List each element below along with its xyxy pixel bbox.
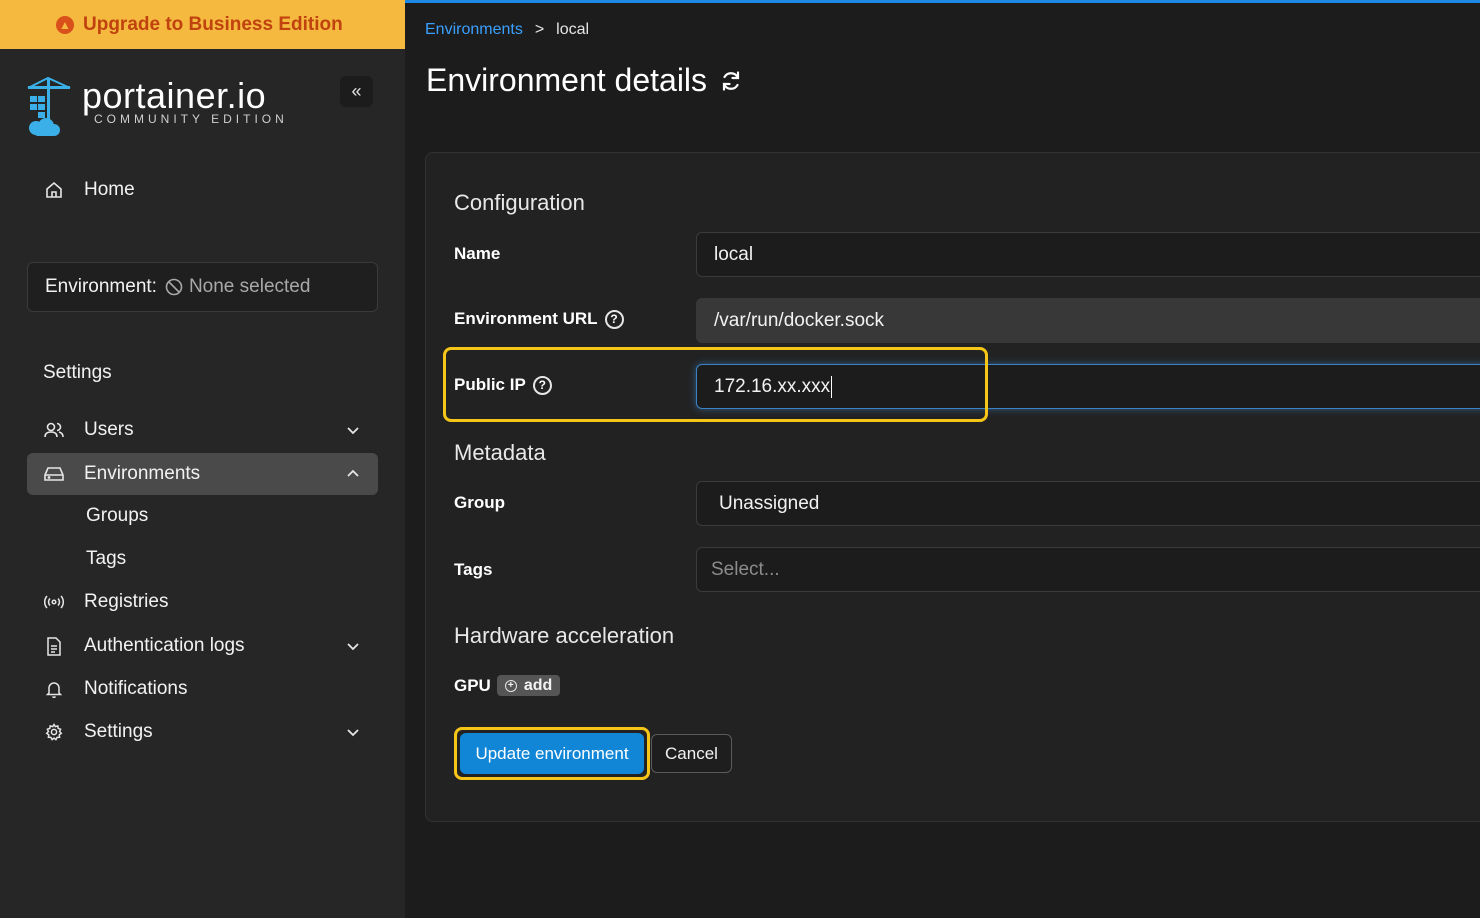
sidebar-item-environments[interactable]: Environments — [27, 453, 378, 495]
radio-icon — [43, 595, 65, 609]
section-hardware-acceleration: Hardware acceleration — [454, 623, 675, 648]
page-title: Environment details — [426, 62, 743, 99]
logo-edition: COMMUNITY EDITION — [94, 112, 288, 126]
hard-drive-icon — [43, 466, 65, 482]
sidebar-item-label: Registries — [84, 591, 169, 612]
sidebar-item-notifications[interactable]: Notifications — [27, 668, 378, 710]
sidebar-item-label: Settings — [84, 721, 153, 742]
group-select[interactable]: Unassigned — [696, 481, 1480, 526]
arrow-up-circle-icon: ▲ — [56, 15, 74, 34]
name-input-value: local — [714, 243, 754, 265]
environment-url-label: Environment URL ? — [454, 309, 624, 329]
chevron-down-icon[interactable] — [346, 421, 360, 443]
tags-select-placeholder: Select... — [711, 558, 780, 580]
sidebar-item-tags[interactable]: Tags — [86, 548, 126, 570]
users-icon — [43, 421, 65, 439]
sidebar-item-settings[interactable]: Settings — [27, 711, 378, 753]
breadcrumb-separator: > — [534, 21, 545, 38]
upgrade-label: Upgrade to Business Edition — [83, 13, 343, 35]
update-environment-button[interactable]: Update environment — [460, 733, 644, 774]
plus-circle-icon: + — [504, 679, 517, 692]
sidebar-item-label: Notifications — [84, 678, 188, 699]
cancel-button[interactable]: Cancel — [651, 734, 732, 773]
tags-select[interactable]: Select... — [696, 547, 1480, 592]
sidebar-item-label: Users — [84, 419, 134, 440]
section-configuration: Configuration — [454, 190, 585, 215]
sidebar-item-home[interactable]: Home — [27, 169, 378, 211]
group-label: Group — [454, 493, 505, 513]
sidebar-item-authentication-logs[interactable]: Authentication logs — [27, 625, 378, 667]
collapse-sidebar-button[interactable]: « — [340, 76, 373, 107]
breadcrumb-link-environments[interactable]: Environments — [425, 21, 523, 39]
sidebar-section-title: Settings — [43, 362, 112, 383]
file-text-icon — [43, 636, 65, 656]
gpu-label: GPU + add — [454, 675, 561, 696]
chevron-down-icon[interactable] — [346, 723, 360, 745]
sidebar-item-label: Environments — [84, 463, 201, 484]
group-select-value: Unassigned — [719, 492, 820, 514]
name-label-text: Name — [454, 244, 501, 263]
gpu-add-button[interactable]: + add — [496, 675, 561, 696]
environment-url-value: /var/run/docker.sock — [714, 309, 885, 331]
section-metadata: Metadata — [454, 440, 546, 465]
ban-icon — [165, 278, 183, 296]
gpu-add-label: add — [523, 676, 553, 694]
name-label: Name — [454, 244, 500, 264]
chevron-down-icon[interactable] — [346, 637, 360, 659]
portainer-crane-icon — [26, 76, 72, 138]
chevron-up-icon[interactable] — [346, 465, 360, 487]
environment-label: Environment: — [45, 276, 157, 297]
public-ip-highlight — [443, 347, 988, 422]
name-input[interactable]: local — [696, 232, 1480, 277]
tags-label: Tags — [454, 560, 492, 580]
portainer-logo[interactable]: portainer.io COMMUNITY EDITION — [26, 76, 288, 138]
sidebar-item-label: Home — [84, 179, 135, 200]
upgrade-banner[interactable]: ▲ Upgrade to Business Edition — [0, 0, 405, 49]
sidebar: ▲ Upgrade to Business Edition portainer.… — [0, 0, 405, 918]
top-accent-line — [405, 0, 1480, 3]
sidebar-item-users[interactable]: Users — [27, 409, 378, 451]
double-chevron-left-icon: « — [351, 81, 362, 101]
tags-label-text: Tags — [454, 560, 493, 579]
environment-url-input[interactable]: /var/run/docker.sock — [696, 298, 1480, 343]
bell-icon — [43, 680, 65, 698]
help-circle-icon[interactable]: ? — [604, 309, 624, 329]
home-icon — [43, 181, 65, 199]
sidebar-item-groups[interactable]: Groups — [86, 505, 148, 527]
gpu-label-text: GPU — [454, 675, 491, 695]
gear-icon — [43, 723, 65, 741]
breadcrumb: Environments > local — [425, 21, 589, 39]
sidebar-item-registries[interactable]: Registries — [27, 581, 378, 623]
breadcrumb-current: local — [556, 21, 590, 38]
environment-selector[interactable]: Environment: None selected — [27, 262, 378, 312]
environment-value: None selected — [188, 276, 311, 297]
refresh-icon[interactable] — [719, 69, 743, 93]
environment-url-label-text: Environment URL — [454, 309, 598, 328]
group-label-text: Group — [454, 493, 505, 512]
page-title-text: Environment details — [426, 62, 708, 98]
logo-name: portainer.io — [82, 75, 267, 116]
sidebar-item-label: Authentication logs — [84, 635, 245, 656]
